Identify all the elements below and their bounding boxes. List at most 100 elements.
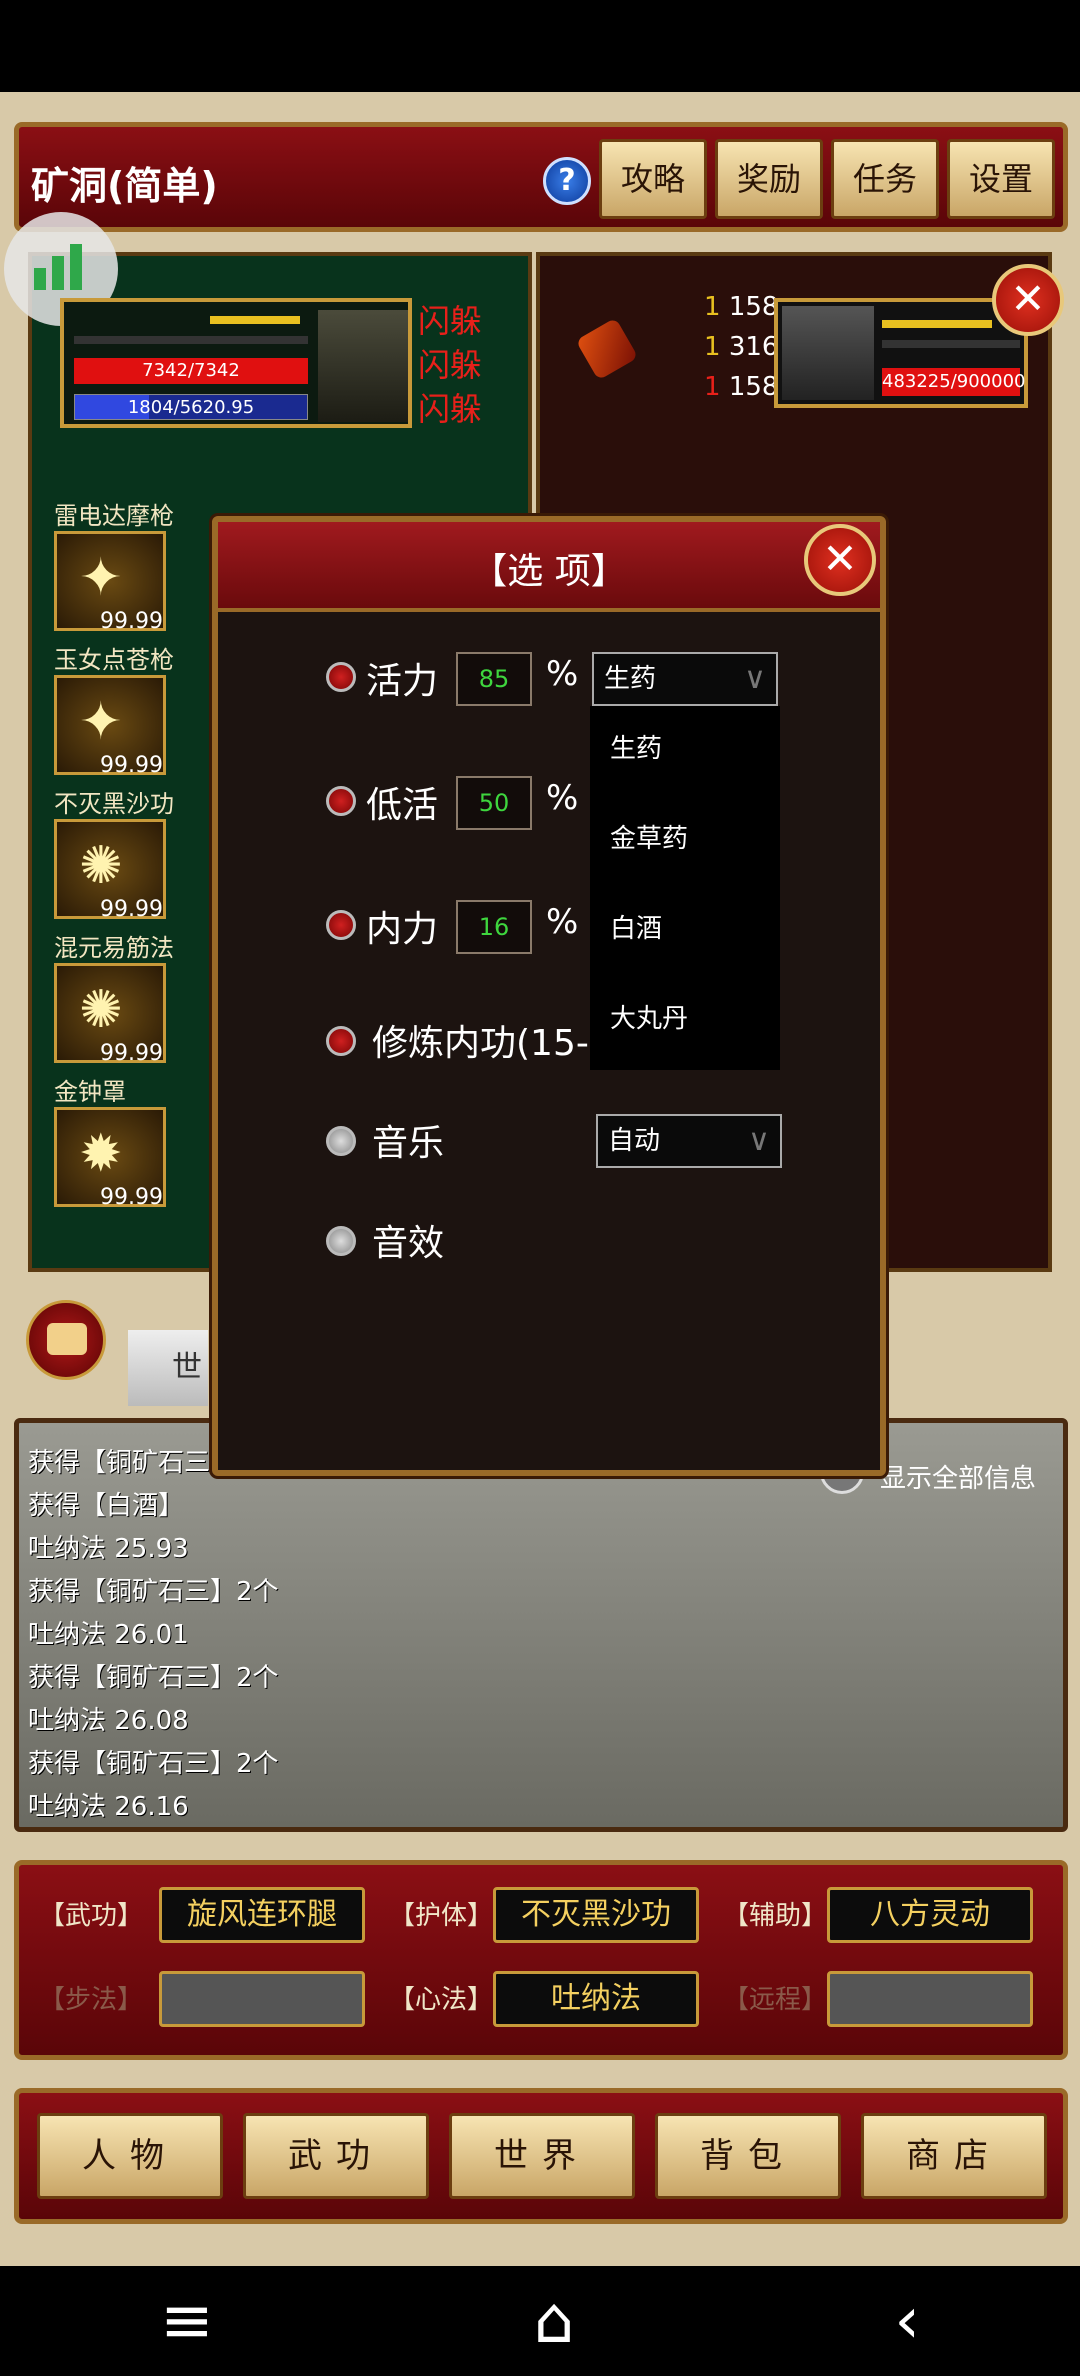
enemy-rage-bar	[882, 320, 992, 328]
menu-bag-button[interactable]: 背包	[655, 2113, 841, 2199]
option-inner-power-radio[interactable]	[326, 910, 356, 940]
game-screen: 矿洞(简单) ? 攻略 奖励 任务 设置 7342/7342 1804/5620…	[0, 92, 1080, 2266]
slot-label-huti: 【护体】	[389, 1901, 494, 1931]
log-line: 获得【铜矿石三】2个	[28, 1577, 279, 1607]
dropdown-option[interactable]: 金草药	[610, 818, 688, 855]
slot-huti[interactable]: 不灭黑沙功	[493, 1887, 699, 1943]
option-train-radio[interactable]	[326, 1026, 356, 1056]
option-music-select[interactable]: 自动 ∨	[596, 1114, 782, 1168]
log-line: 获得【铜矿石三】2个	[28, 1663, 279, 1693]
skill-name: 玉女点苍枪	[54, 646, 174, 674]
skill-item[interactable]: 玉女点苍枪 ✦ 99.99	[54, 640, 174, 778]
menu-character-button[interactable]: 人物	[37, 2113, 223, 2199]
skill-item[interactable]: 不灭黑沙功 ✺ 99.99	[54, 784, 174, 922]
back-icon[interactable]: ‹	[894, 2289, 920, 2353]
enemy-exp-bar	[882, 340, 1020, 348]
home-icon[interactable]: ⌂	[534, 2289, 575, 2353]
option-inner-power-input[interactable]: 16	[456, 900, 532, 954]
chat-bubble-icon	[47, 1323, 87, 1355]
skill-name: 金钟罩	[54, 1078, 126, 1106]
enemy-card: 483225/900000	[774, 298, 1028, 408]
dialog-header: 【选 项】	[218, 522, 880, 612]
log-line: 吐纳法 26.01	[28, 1620, 189, 1650]
menu-martial-button[interactable]: 武功	[243, 2113, 429, 2199]
log-line: 获得【白酒】	[28, 1491, 185, 1521]
guide-button[interactable]: 攻略	[599, 139, 707, 219]
player-card: 7342/7342 1804/5620.95	[60, 298, 412, 428]
chevron-down-icon: ∨	[744, 661, 766, 696]
close-dialog-button[interactable]: ✕	[804, 524, 876, 596]
enemy-hp-bar: 483225/900000	[882, 368, 1026, 396]
log-line: 获得【铜矿石三	[28, 1448, 211, 1478]
skill-level: 99.99	[100, 897, 163, 922]
bottom-menu: 人物 武功 世界 背包 商店	[14, 2088, 1068, 2224]
damage-line: 1 158	[704, 292, 779, 322]
chat-button[interactable]	[26, 1300, 106, 1380]
enemy-avatar	[782, 306, 874, 400]
skill-icon: ✹ 99.99	[54, 1107, 166, 1210]
system-nav-bar: ≡ ⌂ ‹	[0, 2266, 1080, 2376]
equipped-skills-panel: 【武功】 旋风连环腿 【护体】 不灭黑沙功 【辅助】 八方灵动 【步法】 【心法…	[14, 1860, 1068, 2060]
skill-level: 99.99	[100, 753, 163, 778]
menu-icon[interactable]: ≡	[160, 2289, 214, 2353]
rage-bar	[210, 316, 300, 324]
log-line: 吐纳法 26.16	[28, 1792, 189, 1822]
option-vigor-pct: %	[546, 654, 579, 694]
chevron-down-icon: ∨	[748, 1123, 770, 1158]
option-music-radio[interactable]	[326, 1126, 356, 1156]
potion-dropdown: 生药 金草药 白酒 大丸丹	[590, 706, 780, 1070]
skill-name: 不灭黑沙功	[54, 790, 174, 818]
option-sfx-label: 音效	[372, 1223, 445, 1264]
skill-item[interactable]: 雷电达摩枪 ✦ 99.99	[54, 496, 174, 634]
skill-icon: ✺ 99.99	[54, 819, 166, 922]
damage-line: 1 158	[704, 372, 779, 402]
slot-fuzhu[interactable]: 八方灵动	[827, 1887, 1033, 1943]
option-vigor-input[interactable]: 85	[456, 652, 532, 706]
option-low-vigor-input[interactable]: 50	[456, 776, 532, 830]
status-bar	[0, 0, 1080, 92]
skill-name: 雷电达摩枪	[54, 502, 174, 530]
option-low-vigor-radio[interactable]	[326, 786, 356, 816]
slot-xinfa[interactable]: 吐纳法	[493, 1971, 699, 2027]
menu-shop-button[interactable]: 商店	[861, 2113, 1047, 2199]
option-vigor-select[interactable]: 生药 ∨	[592, 652, 778, 706]
menu-world-button[interactable]: 世界	[449, 2113, 635, 2199]
option-inner-power-label: 内力	[366, 909, 439, 950]
close-battle-button[interactable]: ✕	[992, 264, 1064, 336]
option-inner-power-pct: %	[546, 902, 579, 942]
log-line: 吐纳法 25.93	[28, 1534, 189, 1564]
slot-label-fuzhu: 【辅助】	[723, 1901, 828, 1931]
dropdown-option[interactable]: 生药	[610, 728, 662, 765]
header-bar: 矿洞(简单) ? 攻略 奖励 任务 设置	[14, 122, 1068, 232]
skill-icon: ✦ 99.99	[54, 531, 166, 634]
log-line: 吐纳法 26.08	[28, 1706, 189, 1736]
dialog-title: 【选 项】	[471, 551, 627, 592]
exp-bar	[74, 336, 308, 344]
skill-level: 99.99	[100, 1185, 163, 1210]
reward-button[interactable]: 奖励	[715, 139, 823, 219]
show-all-label: 显示全部信息	[880, 1464, 1037, 1494]
settings-button[interactable]: 设置	[947, 139, 1055, 219]
skill-item[interactable]: 金钟罩 ✹ 99.99	[54, 1072, 170, 1210]
player-hp-bar: 7342/7342	[74, 358, 308, 384]
skill-item[interactable]: 混元易筋法 ✺ 99.99	[54, 928, 174, 1066]
quest-button[interactable]: 任务	[831, 139, 939, 219]
option-vigor-label: 活力	[366, 661, 439, 702]
help-button[interactable]: ?	[543, 157, 591, 205]
dropdown-option[interactable]: 大丸丹	[610, 998, 688, 1035]
slot-label-xinfa: 【心法】	[389, 1985, 494, 2015]
tab-world[interactable]: 世	[128, 1330, 208, 1406]
option-vigor-radio[interactable]	[326, 662, 356, 692]
slot-yuancheng[interactable]	[827, 1971, 1033, 2027]
slot-bufa[interactable]	[159, 1971, 365, 2027]
option-sfx-radio[interactable]	[326, 1226, 356, 1256]
log-line: 获得【铜矿石三】2个	[28, 1749, 279, 1779]
slot-wugong[interactable]: 旋风连环腿	[159, 1887, 365, 1943]
skill-level: 99.99	[100, 1041, 163, 1066]
damage-line: 1 316	[704, 332, 779, 362]
option-low-vigor-pct: %	[546, 778, 579, 818]
slot-label-wugong: 【武功】	[39, 1901, 144, 1931]
slot-label-yuancheng: 【远程】	[723, 1985, 828, 2015]
player-avatar	[318, 310, 408, 422]
dropdown-option[interactable]: 白酒	[610, 908, 662, 945]
